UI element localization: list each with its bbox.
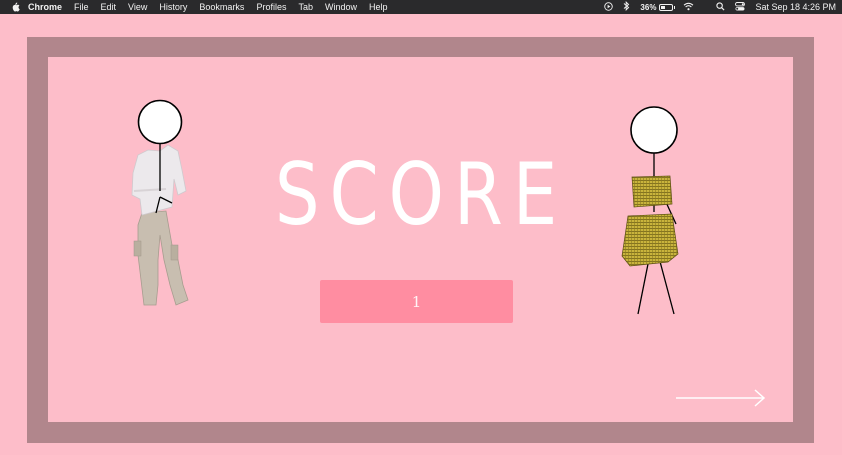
menu-bookmarks[interactable]: Bookmarks [199,2,244,12]
menu-bar-left: Chrome File Edit View History Bookmarks … [6,2,400,12]
search-icon[interactable] [716,1,725,13]
play-circle-icon[interactable] [604,1,614,13]
menu-window[interactable]: Window [325,2,357,12]
wifi-icon[interactable] [683,2,694,13]
menu-clock[interactable]: Sat Sep 18 4:26 PM [755,2,836,12]
battery-icon [659,3,676,11]
control-center-icon[interactable] [735,1,746,13]
right-arrow-icon[interactable] [675,389,767,407]
menu-bar-right: 36% Sat Sep 18 4:26 PM [604,0,836,13]
score-value-box: 1 [320,280,513,323]
menu-history[interactable]: History [159,2,187,12]
battery-status[interactable]: 36% [640,2,676,12]
menu-file[interactable]: File [74,2,89,12]
menu-app-chrome[interactable]: Chrome [28,2,62,12]
menu-view[interactable]: View [128,2,147,12]
menu-tab[interactable]: Tab [298,2,313,12]
menu-bar: Chrome File Edit View History Bookmarks … [0,0,842,14]
menu-edit[interactable]: Edit [101,2,117,12]
apple-icon[interactable] [6,2,24,12]
menu-help[interactable]: Help [369,2,388,12]
battery-fill [661,5,666,9]
score-title: SCORE [274,145,568,245]
battery-percent: 36% [640,2,657,12]
menu-profiles[interactable]: Profiles [256,2,286,12]
bluetooth-icon[interactable] [623,0,630,13]
score-value: 1 [411,292,422,311]
